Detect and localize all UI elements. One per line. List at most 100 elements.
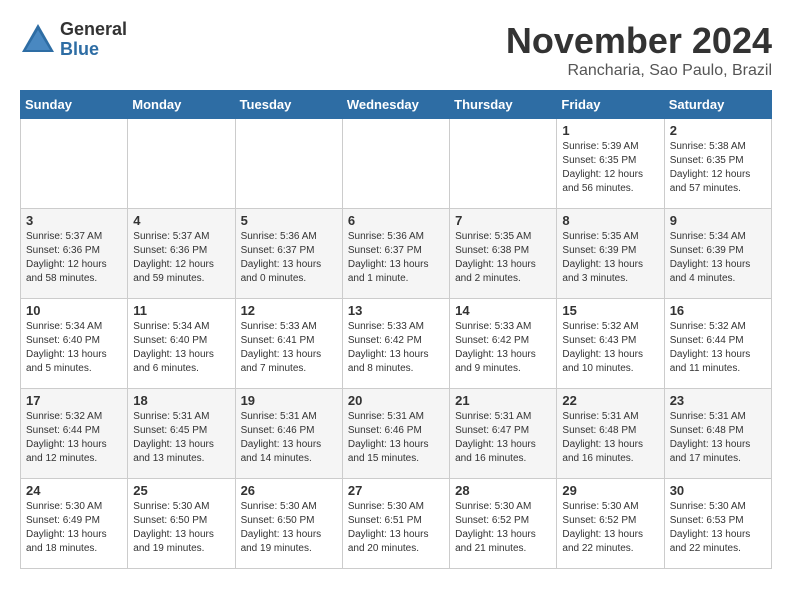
day-number: 25 bbox=[133, 483, 229, 498]
day-number: 10 bbox=[26, 303, 122, 318]
calendar-cell: 13 Sunrise: 5:33 AM Sunset: 6:42 PM Dayli… bbox=[342, 299, 449, 389]
day-number: 23 bbox=[670, 393, 766, 408]
day-info: Sunrise: 5:33 AM Sunset: 6:42 PM Dayligh… bbox=[348, 320, 444, 376]
calendar-cell: 24 Sunrise: 5:30 AM Sunset: 6:49 PM Dayli… bbox=[21, 479, 128, 569]
column-header-sunday: Sunday bbox=[21, 91, 128, 119]
calendar-cell: 8Sunrise: 5:35 AM Sunset: 6:39 PM Daylig… bbox=[557, 209, 664, 299]
calendar-cell: 28Sunrise: 5:30 AM Sunset: 6:52 PM Dayli… bbox=[450, 479, 557, 569]
calendar-cell: 12Sunrise: 5:33 AM Sunset: 6:41 PM Dayli… bbox=[235, 299, 342, 389]
calendar-cell bbox=[342, 119, 449, 209]
day-number: 15 bbox=[562, 303, 658, 318]
day-number: 18 bbox=[133, 393, 229, 408]
day-info: Sunrise: 5:30 AM Sunset: 6:50 PM Dayligh… bbox=[133, 500, 229, 556]
calendar-cell: 22 Sunrise: 5:31 AM Sunset: 6:48 PM Dayli… bbox=[557, 389, 664, 479]
calendar-cell: 11 Sunrise: 5:34 AM Sunset: 6:40 PM Dayli… bbox=[128, 299, 235, 389]
calendar-table: SundayMondayTuesdayWednesdayThursdayFrid… bbox=[20, 90, 772, 569]
day-info: Sunrise: 5:31 AM Sunset: 6:46 PM Dayligh… bbox=[241, 410, 337, 466]
column-header-wednesday: Wednesday bbox=[342, 91, 449, 119]
day-info: Sunrise: 5:33 AM Sunset: 6:42 PM Dayligh… bbox=[455, 320, 551, 376]
day-number: 22 bbox=[562, 393, 658, 408]
calendar-cell bbox=[235, 119, 342, 209]
calendar-cell: 5 Sunrise: 5:36 AM Sunset: 6:37 PM Daylig… bbox=[235, 209, 342, 299]
day-info: Sunrise: 5:30 AM Sunset: 6:53 PM Dayligh… bbox=[670, 500, 766, 556]
day-info: Sunrise: 5:34 AM Sunset: 6:39 PM Dayligh… bbox=[670, 230, 766, 286]
week-row-3: 10 Sunrise: 5:34 AM Sunset: 6:40 PM Dayli… bbox=[21, 299, 772, 389]
day-info: Sunrise: 5:34 AM Sunset: 6:40 PM Dayligh… bbox=[133, 320, 229, 376]
day-info: Sunrise: 5:34 AM Sunset: 6:40 PM Dayligh… bbox=[26, 320, 122, 376]
calendar-cell: 20 Sunrise: 5:31 AM Sunset: 6:46 PM Dayli… bbox=[342, 389, 449, 479]
day-number: 2 bbox=[670, 123, 766, 138]
logo-general: General bbox=[60, 20, 127, 40]
day-number: 14 bbox=[455, 303, 551, 318]
day-number: 4 bbox=[133, 213, 229, 228]
day-number: 7 bbox=[455, 213, 551, 228]
day-number: 13 bbox=[348, 303, 444, 318]
day-number: 19 bbox=[241, 393, 337, 408]
calendar-cell: 19 Sunrise: 5:31 AM Sunset: 6:46 PM Dayli… bbox=[235, 389, 342, 479]
calendar-cell: 15 Sunrise: 5:32 AM Sunset: 6:43 PM Dayli… bbox=[557, 299, 664, 389]
location: Rancharia, Sao Paulo, Brazil bbox=[506, 62, 772, 80]
day-info: Sunrise: 5:35 AM Sunset: 6:38 PM Dayligh… bbox=[455, 230, 551, 286]
calendar-cell: 2 Sunrise: 5:38 AM Sunset: 6:35 PM Daylig… bbox=[664, 119, 771, 209]
calendar-body: 1 Sunrise: 5:39 AM Sunset: 6:35 PM Daylig… bbox=[21, 119, 772, 569]
day-number: 24 bbox=[26, 483, 122, 498]
day-number: 21 bbox=[455, 393, 551, 408]
calendar-cell bbox=[128, 119, 235, 209]
day-number: 20 bbox=[348, 393, 444, 408]
month-title: November 2024 bbox=[506, 20, 772, 62]
day-number: 30 bbox=[670, 483, 766, 498]
logo-blue: Blue bbox=[60, 40, 127, 60]
day-info: Sunrise: 5:36 AM Sunset: 6:37 PM Dayligh… bbox=[348, 230, 444, 286]
calendar-cell: 18 Sunrise: 5:31 AM Sunset: 6:45 PM Dayli… bbox=[128, 389, 235, 479]
calendar-cell: 1 Sunrise: 5:39 AM Sunset: 6:35 PM Daylig… bbox=[557, 119, 664, 209]
column-header-saturday: Saturday bbox=[664, 91, 771, 119]
day-number: 5 bbox=[241, 213, 337, 228]
day-info: Sunrise: 5:32 AM Sunset: 6:43 PM Dayligh… bbox=[562, 320, 658, 376]
day-info: Sunrise: 5:31 AM Sunset: 6:48 PM Dayligh… bbox=[670, 410, 766, 466]
day-info: Sunrise: 5:30 AM Sunset: 6:52 PM Dayligh… bbox=[455, 500, 551, 556]
logo-text: General Blue bbox=[60, 20, 127, 60]
day-number: 9 bbox=[670, 213, 766, 228]
column-header-thursday: Thursday bbox=[450, 91, 557, 119]
title-block: November 2024 Rancharia, Sao Paulo, Braz… bbox=[506, 20, 772, 80]
day-info: Sunrise: 5:39 AM Sunset: 6:35 PM Dayligh… bbox=[562, 140, 658, 196]
day-info: Sunrise: 5:30 AM Sunset: 6:50 PM Dayligh… bbox=[241, 500, 337, 556]
day-info: Sunrise: 5:37 AM Sunset: 6:36 PM Dayligh… bbox=[133, 230, 229, 286]
day-info: Sunrise: 5:31 AM Sunset: 6:45 PM Dayligh… bbox=[133, 410, 229, 466]
day-number: 1 bbox=[562, 123, 658, 138]
day-number: 16 bbox=[670, 303, 766, 318]
calendar-cell: 16Sunrise: 5:32 AM Sunset: 6:44 PM Dayli… bbox=[664, 299, 771, 389]
day-number: 3 bbox=[26, 213, 122, 228]
calendar-cell: 14 Sunrise: 5:33 AM Sunset: 6:42 PM Dayli… bbox=[450, 299, 557, 389]
day-info: Sunrise: 5:32 AM Sunset: 6:44 PM Dayligh… bbox=[26, 410, 122, 466]
calendar-cell: 26 Sunrise: 5:30 AM Sunset: 6:50 PM Dayli… bbox=[235, 479, 342, 569]
calendar-header: SundayMondayTuesdayWednesdayThursdayFrid… bbox=[21, 91, 772, 119]
calendar-cell: 30 Sunrise: 5:30 AM Sunset: 6:53 PM Dayli… bbox=[664, 479, 771, 569]
calendar-cell: 7 Sunrise: 5:35 AM Sunset: 6:38 PM Daylig… bbox=[450, 209, 557, 299]
calendar-cell: 3 Sunrise: 5:37 AM Sunset: 6:36 PM Daylig… bbox=[21, 209, 128, 299]
day-info: Sunrise: 5:30 AM Sunset: 6:49 PM Dayligh… bbox=[26, 500, 122, 556]
calendar-cell: 23 Sunrise: 5:31 AM Sunset: 6:48 PM Dayli… bbox=[664, 389, 771, 479]
calendar-cell: 10 Sunrise: 5:34 AM Sunset: 6:40 PM Dayli… bbox=[21, 299, 128, 389]
day-info: Sunrise: 5:30 AM Sunset: 6:52 PM Dayligh… bbox=[562, 500, 658, 556]
calendar-cell: 17 Sunrise: 5:32 AM Sunset: 6:44 PM Dayli… bbox=[21, 389, 128, 479]
column-header-monday: Monday bbox=[128, 91, 235, 119]
calendar-cell: 6 Sunrise: 5:36 AM Sunset: 6:37 PM Daylig… bbox=[342, 209, 449, 299]
day-info: Sunrise: 5:31 AM Sunset: 6:46 PM Dayligh… bbox=[348, 410, 444, 466]
calendar-cell: 25 Sunrise: 5:30 AM Sunset: 6:50 PM Dayli… bbox=[128, 479, 235, 569]
column-header-tuesday: Tuesday bbox=[235, 91, 342, 119]
day-number: 6 bbox=[348, 213, 444, 228]
day-info: Sunrise: 5:38 AM Sunset: 6:35 PM Dayligh… bbox=[670, 140, 766, 196]
day-info: Sunrise: 5:31 AM Sunset: 6:48 PM Dayligh… bbox=[562, 410, 658, 466]
day-number: 26 bbox=[241, 483, 337, 498]
calendar-cell bbox=[450, 119, 557, 209]
week-row-5: 24 Sunrise: 5:30 AM Sunset: 6:49 PM Dayli… bbox=[21, 479, 772, 569]
day-info: Sunrise: 5:36 AM Sunset: 6:37 PM Dayligh… bbox=[241, 230, 337, 286]
calendar-cell: 4 Sunrise: 5:37 AM Sunset: 6:36 PM Daylig… bbox=[128, 209, 235, 299]
day-info: Sunrise: 5:37 AM Sunset: 6:36 PM Dayligh… bbox=[26, 230, 122, 286]
column-header-friday: Friday bbox=[557, 91, 664, 119]
day-number: 17 bbox=[26, 393, 122, 408]
day-number: 11 bbox=[133, 303, 229, 318]
calendar-cell bbox=[21, 119, 128, 209]
week-row-1: 1 Sunrise: 5:39 AM Sunset: 6:35 PM Daylig… bbox=[21, 119, 772, 209]
